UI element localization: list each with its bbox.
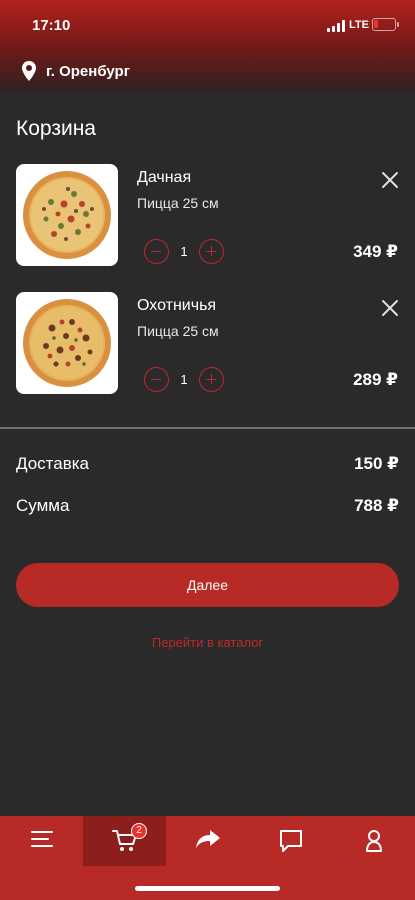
total-row: Сумма 788 ₽ (16, 496, 399, 520)
item-description: Пицца 25 см (137, 323, 219, 339)
home-indicator (135, 886, 280, 891)
tab-menu[interactable] (0, 816, 83, 866)
battery-icon (372, 18, 399, 31)
cart-badge: 2 (131, 823, 147, 839)
tab-cart[interactable]: 2 (83, 816, 166, 866)
divider (0, 427, 415, 429)
header: 17:10 LTE г. Оренбург (0, 0, 415, 92)
decrease-quantity-button[interactable] (144, 367, 169, 392)
cart-item: Охотничья Пицца 25 см 1 289 ₽ (0, 292, 415, 402)
cart-item: Дачная Пицца 25 см 1 349 ₽ (0, 164, 415, 274)
location-city: г. Оренбург (46, 62, 130, 80)
bottom-tab-bar: 2 (0, 816, 415, 900)
increase-quantity-button[interactable] (199, 367, 224, 392)
item-price: 289 ₽ (353, 370, 398, 389)
menu-icon (30, 831, 53, 847)
status-time: 17:10 (32, 17, 71, 34)
item-price: 349 ₽ (353, 242, 398, 261)
location-selector[interactable]: г. Оренбург (22, 60, 130, 82)
close-icon[interactable] (380, 170, 400, 190)
tab-profile[interactable] (332, 816, 415, 866)
decrease-quantity-button[interactable] (144, 239, 169, 264)
profile-icon (365, 830, 382, 852)
increase-quantity-button[interactable] (199, 239, 224, 264)
delivery-row: Доставка 150 ₽ (16, 454, 399, 478)
network-label: LTE (349, 19, 369, 31)
next-button[interactable]: Далее (16, 563, 399, 607)
total-value: 788 ₽ (354, 496, 399, 515)
item-name: Охотничья (137, 297, 217, 314)
share-arrow-icon (195, 830, 220, 848)
total-label: Сумма (16, 496, 70, 515)
item-description: Пицца 25 см (137, 195, 219, 211)
item-quantity: 1 (180, 372, 188, 387)
pizza-image[interactable] (16, 164, 118, 266)
go-to-catalog-link[interactable]: Перейти в каталог (0, 635, 415, 650)
close-icon[interactable] (380, 298, 400, 318)
tab-share[interactable] (166, 816, 249, 866)
pizza-image[interactable] (16, 292, 118, 394)
status-bar: 17:10 LTE (0, 0, 415, 50)
tab-chat[interactable] (249, 816, 332, 866)
page-title: Корзина (16, 117, 96, 140)
delivery-value: 150 ₽ (354, 454, 399, 473)
item-quantity: 1 (180, 244, 188, 259)
delivery-label: Доставка (16, 454, 90, 473)
location-pin-icon (22, 61, 36, 81)
signal-icon (327, 20, 345, 32)
item-name: Дачная (137, 169, 192, 186)
chat-icon (279, 830, 302, 852)
